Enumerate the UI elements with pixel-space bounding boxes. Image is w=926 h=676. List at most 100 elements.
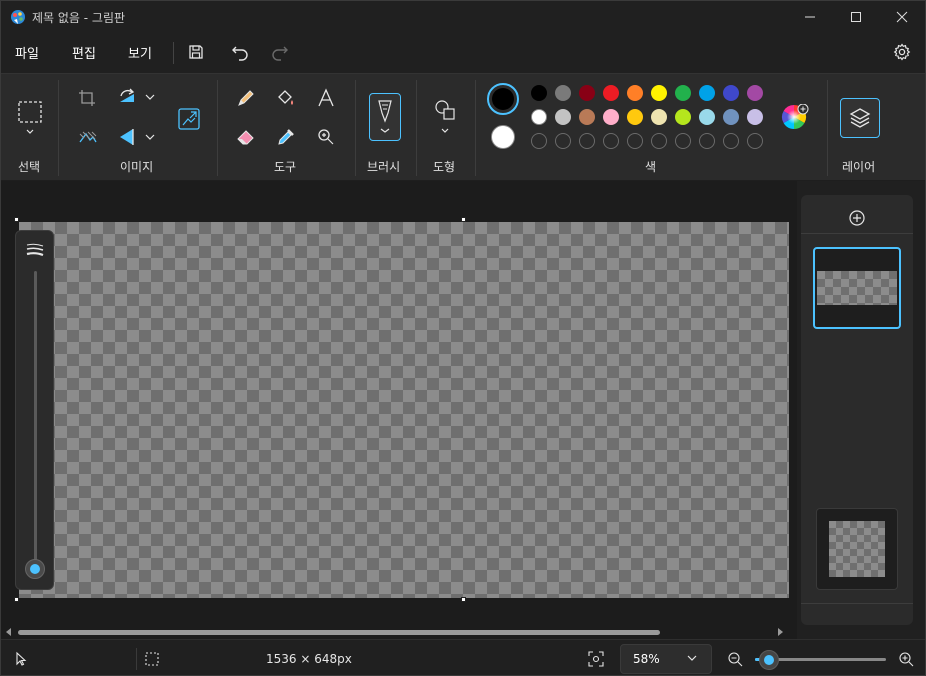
edit-colors-button[interactable]: [781, 104, 809, 132]
undo-button[interactable]: [230, 42, 250, 62]
settings-button[interactable]: [892, 42, 912, 62]
brush-size-thumb[interactable]: [25, 559, 45, 579]
resize-handle-bottom-left[interactable]: [14, 597, 19, 602]
resize-handle-top[interactable]: [461, 217, 466, 222]
custom-color-slot[interactable]: [579, 133, 595, 149]
background-layer-thumbnail[interactable]: [816, 508, 898, 590]
redo-button[interactable]: [270, 42, 290, 62]
save-button[interactable]: [186, 42, 206, 62]
image-group-label: 이미지: [120, 160, 154, 174]
flip-button[interactable]: [117, 126, 157, 148]
zoom-out-icon[interactable]: [727, 651, 743, 667]
ribbon-separator: [475, 80, 476, 176]
zoom-in-icon[interactable]: [898, 651, 914, 667]
fit-to-window-icon[interactable]: [588, 651, 604, 667]
color-swatch[interactable]: [651, 109, 667, 125]
color-swatch[interactable]: [579, 85, 595, 101]
crop-button[interactable]: [77, 88, 97, 108]
color-swatch[interactable]: [627, 85, 643, 101]
color-swatch[interactable]: [555, 109, 571, 125]
primary-color-swatch: [492, 88, 514, 110]
zoom-value: 58%: [633, 652, 660, 666]
layer-thumbnail[interactable]: [813, 247, 901, 329]
custom-color-slot[interactable]: [531, 133, 547, 149]
shapes-button[interactable]: [431, 96, 459, 138]
menu-file[interactable]: 파일: [15, 43, 39, 62]
scroll-left-icon[interactable]: [5, 628, 13, 636]
ribbon-separator: [827, 80, 828, 176]
minimize-icon: [805, 16, 815, 18]
custom-color-slot[interactable]: [603, 133, 619, 149]
pencil-icon: [238, 90, 254, 106]
close-button[interactable]: [879, 1, 925, 33]
text-button[interactable]: [315, 87, 337, 109]
brush-group-label: 브러시: [367, 160, 401, 174]
color-swatch[interactable]: [627, 109, 643, 125]
layer-preview: [817, 271, 897, 305]
drawing-canvas[interactable]: [19, 222, 789, 598]
color-swatch[interactable]: [747, 85, 763, 101]
custom-color-slot[interactable]: [723, 133, 739, 149]
add-layer-icon[interactable]: [848, 209, 866, 227]
layers-group-label: 레이어: [842, 160, 876, 174]
pencil-button[interactable]: [235, 87, 257, 109]
custom-color-slot[interactable]: [627, 133, 643, 149]
layers-divider: [801, 603, 913, 604]
color-swatch[interactable]: [531, 109, 547, 125]
color-swatch[interactable]: [603, 109, 619, 125]
rotate-button[interactable]: [117, 86, 157, 108]
color-wheel-icon: [781, 104, 809, 129]
horizontal-scroll-thumb[interactable]: [18, 630, 660, 635]
magnifier-button[interactable]: [315, 126, 337, 148]
custom-color-slot[interactable]: [651, 133, 667, 149]
color-swatch[interactable]: [651, 85, 667, 101]
color-swatch[interactable]: [699, 85, 715, 101]
eraser-icon: [237, 130, 254, 145]
layers-toggle-button[interactable]: [840, 98, 880, 138]
resize-button[interactable]: [176, 106, 202, 132]
brush-size-slider[interactable]: [15, 230, 54, 590]
color-swatch[interactable]: [699, 109, 715, 125]
custom-color-slot[interactable]: [699, 133, 715, 149]
brush-icon: [378, 100, 392, 133]
custom-color-slot[interactable]: [747, 133, 763, 149]
color-swatch[interactable]: [747, 109, 763, 125]
menu-view[interactable]: 보기: [128, 43, 152, 62]
fill-button[interactable]: [275, 87, 297, 109]
color-swatch[interactable]: [579, 109, 595, 125]
window-title: 제목 없음 - 그림판: [32, 11, 126, 25]
layers-divider: [801, 233, 913, 234]
zoom-dropdown[interactable]: 58%: [620, 644, 712, 674]
secondary-color-button[interactable]: [491, 125, 515, 149]
color-picker-button[interactable]: [275, 126, 297, 148]
resize-handle-bottom[interactable]: [461, 597, 466, 602]
custom-color-slot[interactable]: [675, 133, 691, 149]
remove-background-button[interactable]: [77, 128, 99, 148]
ribbon-separator: [217, 80, 218, 176]
layers-panel: [801, 195, 913, 625]
menu-separator: [173, 42, 174, 64]
color-swatch[interactable]: [723, 85, 739, 101]
scroll-right-icon[interactable]: [776, 628, 784, 636]
color-swatch[interactable]: [603, 85, 619, 101]
color-swatch[interactable]: [675, 85, 691, 101]
menu-edit[interactable]: 편집: [72, 43, 96, 62]
ribbon-toolbar: 선택 이미지 도구 브러시 도형 색 레이어: [1, 73, 925, 181]
color-swatch[interactable]: [675, 109, 691, 125]
chevron-down-icon: [687, 655, 697, 661]
rotate-icon: [120, 88, 155, 102]
color-swatch[interactable]: [555, 85, 571, 101]
selection-tool-button[interactable]: [13, 94, 47, 142]
color-swatch[interactable]: [723, 109, 739, 125]
color-swatch[interactable]: [531, 85, 547, 101]
eraser-button[interactable]: [235, 126, 257, 148]
zoom-slider-thumb[interactable]: [759, 650, 779, 670]
primary-color-button[interactable]: [487, 83, 519, 115]
minimize-button[interactable]: [787, 1, 833, 33]
custom-color-slot[interactable]: [555, 133, 571, 149]
brushes-button[interactable]: [369, 93, 401, 141]
horizontal-scrollbar[interactable]: [1, 625, 797, 639]
save-icon: [189, 45, 203, 59]
maximize-button[interactable]: [833, 1, 879, 33]
resize-handle-top-left[interactable]: [14, 217, 19, 222]
